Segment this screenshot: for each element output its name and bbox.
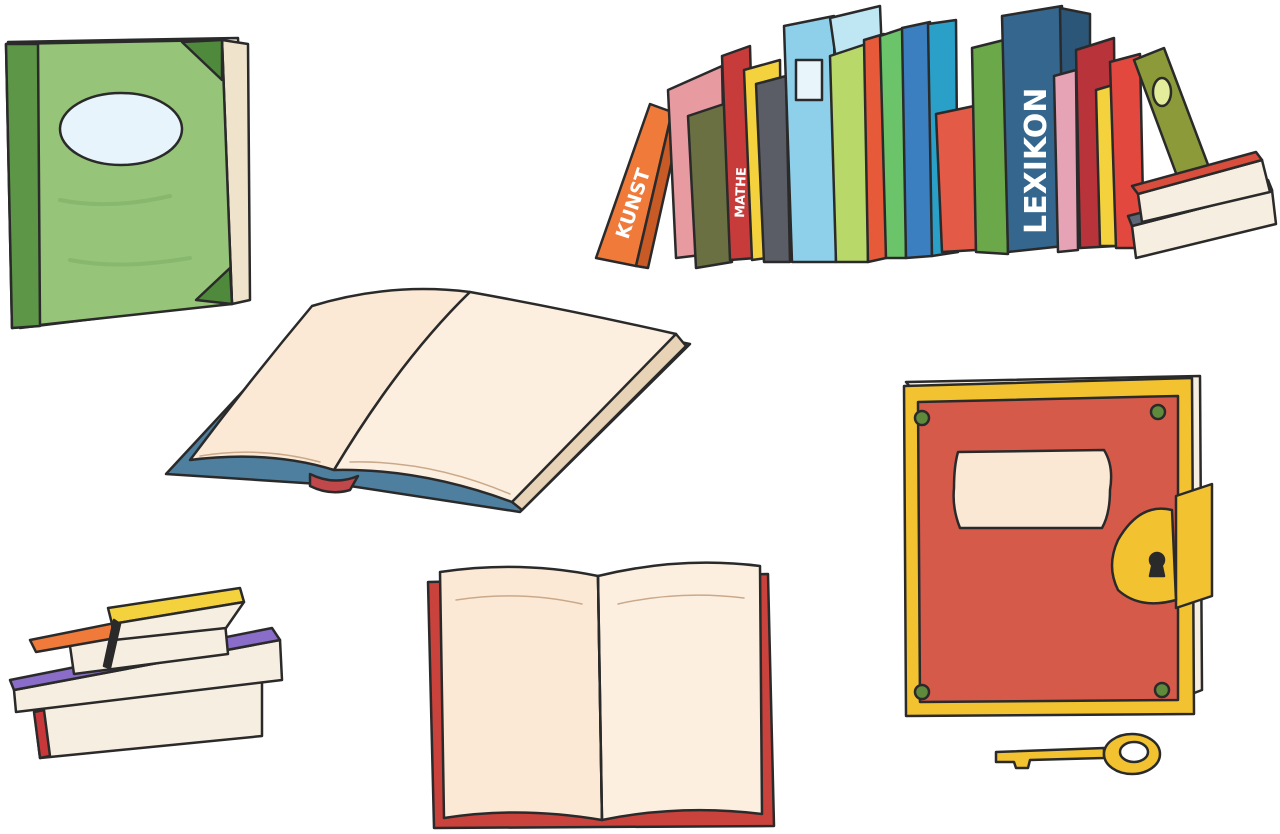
open-book-perspective: [164, 287, 692, 514]
lexikon-spine-label: LEXIKON: [1019, 88, 1054, 234]
book-illustration-canvas: KUNST MATHE LEXIKON: [4, 4, 1278, 830]
small-book-stack-left: [8, 586, 284, 760]
key-icon: [994, 732, 1162, 776]
green-closed-book: [4, 36, 252, 330]
open-book-front: [426, 561, 776, 830]
small-book-stack-right: [1126, 150, 1278, 260]
bookshelf-row: KUNST MATHE LEXIKON: [594, 4, 1278, 270]
red-locked-book: [902, 374, 1214, 776]
